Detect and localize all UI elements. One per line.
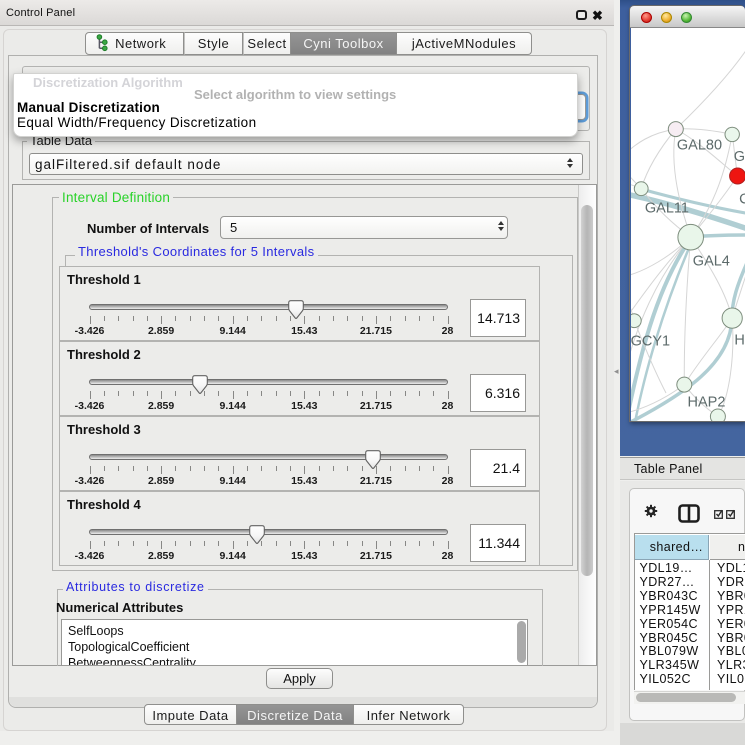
svg-text:HAP2: HAP2: [688, 395, 726, 411]
svg-text:GAL80: GAL80: [677, 138, 722, 154]
svg-text:GAL4: GAL4: [693, 254, 730, 270]
svg-text:C: C: [739, 192, 745, 208]
svg-text:GA: GA: [734, 149, 745, 165]
svg-text:GCY1: GCY1: [631, 334, 670, 350]
svg-text:GAL11: GAL11: [645, 201, 689, 217]
svg-text:H: H: [734, 333, 744, 349]
